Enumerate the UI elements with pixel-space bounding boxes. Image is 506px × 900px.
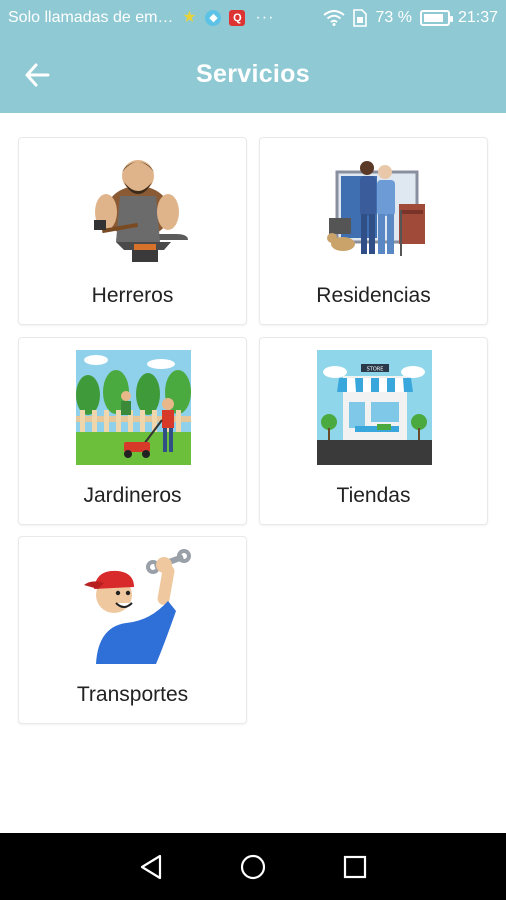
square-recents-icon	[343, 855, 367, 878]
sim-icon	[353, 9, 368, 27]
service-card-tiendas[interactable]: STORE Tiendas	[259, 337, 488, 525]
triangle-back-icon	[140, 854, 162, 879]
service-label: Herreros	[91, 284, 174, 307]
arrow-left-icon	[25, 63, 50, 87]
battery-percent: 73 %	[375, 9, 412, 26]
service-label: Jardineros	[83, 484, 182, 507]
nav-recents-button[interactable]	[335, 847, 375, 887]
service-card-herreros[interactable]: Herreros	[18, 137, 247, 325]
service-card-transportes[interactable]: Transportes	[18, 536, 247, 724]
nursing-home-illustration	[327, 161, 425, 256]
status-right: 73 % 21:37	[323, 9, 498, 27]
wifi-icon	[323, 10, 346, 26]
services-grid: Herreros Residencias Jardineros STORE Ti…	[0, 113, 506, 833]
service-label: Transportes	[76, 683, 189, 706]
status-left: Solo llamadas de em… ★ ◆ Q ···	[8, 9, 323, 27]
circle-home-icon	[240, 854, 266, 879]
app-bar: Servicios	[0, 36, 506, 113]
store-illustration: STORE	[317, 350, 432, 465]
gardener-illustration	[76, 350, 191, 465]
service-label: Residencias	[316, 284, 431, 307]
service-card-residencias[interactable]: Residencias	[259, 137, 488, 325]
clock: 21:37	[457, 9, 498, 26]
more-notifications-icon: ···	[255, 9, 275, 26]
app-notification-icon: Q	[229, 10, 246, 26]
blacksmith-illustration	[94, 160, 188, 262]
system-navigation-bar	[0, 833, 506, 900]
back-button[interactable]	[20, 58, 54, 92]
status-bar: Solo llamadas de em… ★ ◆ Q ··· 73 % 21:3…	[0, 0, 506, 36]
page-title: Servicios	[196, 60, 310, 88]
nav-back-button[interactable]	[131, 847, 171, 887]
star-notification-icon: ★	[182, 9, 197, 26]
battery-level	[423, 14, 443, 22]
mechanic-illustration	[84, 549, 191, 664]
battery-icon	[419, 10, 453, 26]
service-label: Tiendas	[336, 484, 411, 507]
carrier-text: Solo llamadas de em…	[8, 9, 174, 26]
svg-text:STORE: STORE	[367, 367, 384, 373]
service-card-jardineros[interactable]: Jardineros	[18, 337, 247, 525]
drop-notification-icon: ◆	[205, 10, 222, 26]
nav-home-button[interactable]	[233, 847, 273, 887]
